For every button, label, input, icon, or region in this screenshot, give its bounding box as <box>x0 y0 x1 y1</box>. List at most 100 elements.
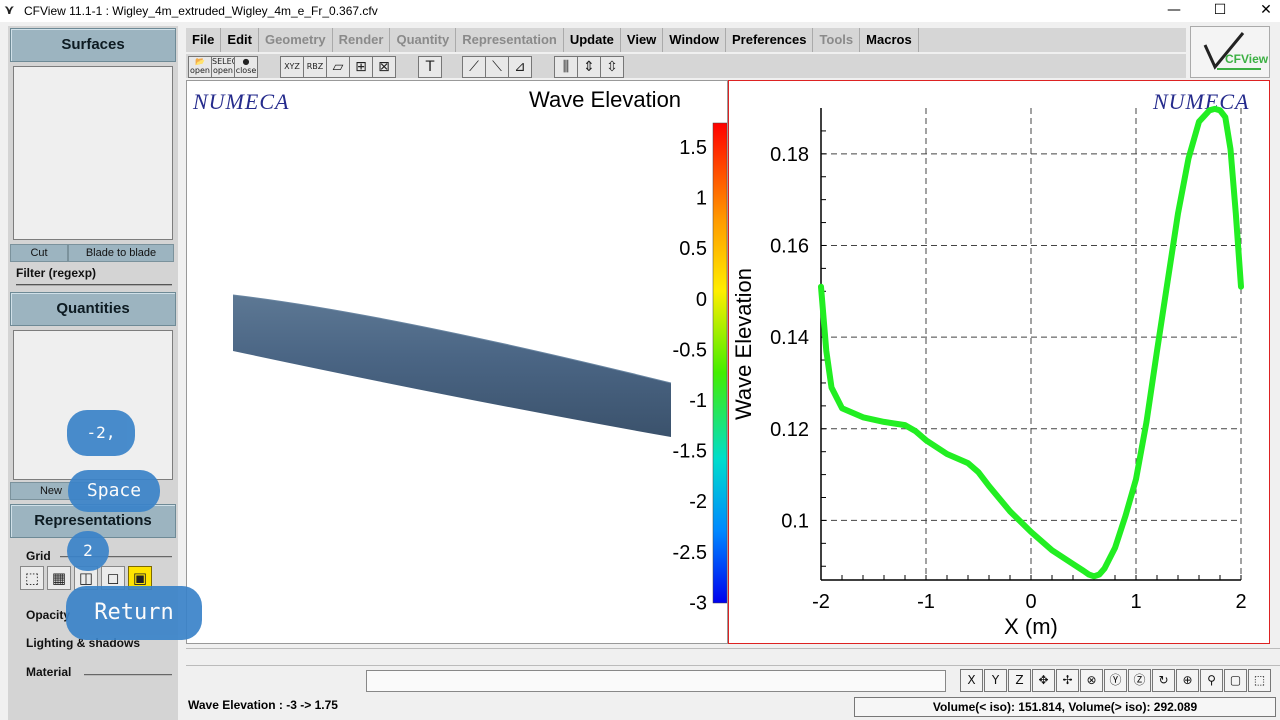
cut-button[interactable]: Cut <box>10 244 68 262</box>
data-point <box>1049 547 1055 553</box>
data-point <box>1207 107 1212 113</box>
xyz-button[interactable]: XYZ <box>280 56 304 78</box>
data-point <box>1186 155 1191 161</box>
material-label[interactable]: Material <box>26 665 71 679</box>
blade-to-blade-button[interactable]: Blade to blade <box>68 244 174 262</box>
data-point <box>1212 106 1218 112</box>
rotate-y-icon[interactable]: Ⓨ <box>1104 669 1127 692</box>
opacity-label[interactable]: Opacity <box>26 608 70 622</box>
menu-render[interactable]: Render <box>332 28 391 52</box>
data-point <box>1123 513 1128 519</box>
data-point <box>976 469 981 475</box>
rbz-button[interactable]: RBZ <box>303 56 327 78</box>
surface-icon[interactable]: ▱ <box>326 56 350 78</box>
rotate-x-icon[interactable]: ⊗ <box>1080 669 1103 692</box>
cube-view-icon[interactable]: ⬚ <box>1248 669 1271 692</box>
colorbar-tick-label: 0 <box>696 289 707 311</box>
menu-window[interactable]: Window <box>663 28 726 52</box>
open-button[interactable]: 📂 open <box>188 56 212 78</box>
data-point <box>986 483 992 489</box>
x-tick-label: 1 <box>1130 591 1141 613</box>
cross-icon[interactable]: ⊠ <box>372 56 396 78</box>
separator <box>186 648 1280 666</box>
menu-quantity[interactable]: Quantity <box>390 28 457 52</box>
axis-d-icon[interactable]: ⊿ <box>508 56 532 78</box>
z-view-button[interactable]: Z <box>1008 669 1031 692</box>
cut-plane-icon[interactable]: ⊞ <box>349 56 373 78</box>
x-view-button[interactable]: X <box>960 669 983 692</box>
menu-representation[interactable]: Representation <box>456 28 564 52</box>
menu-update[interactable]: Update <box>563 28 621 52</box>
hull-render: 1.5 1 0.5 0 -0.5 -1 -1.5 -2 -2.5 -3 <box>232 122 727 614</box>
key-overlay: Space <box>68 470 160 512</box>
fit-icon[interactable]: ▢ <box>1224 669 1247 692</box>
data-point <box>1228 146 1233 152</box>
menu-preferences[interactable]: Preferences <box>726 28 814 52</box>
pan-icon[interactable]: ✢ <box>1056 669 1079 692</box>
data-point <box>1133 476 1139 482</box>
zoom-icon[interactable]: ⚲ <box>1200 669 1223 692</box>
surfaces-header[interactable]: Surfaces <box>10 28 176 62</box>
close-file-button[interactable]: ● close <box>234 56 258 78</box>
ruler-icon[interactable]: ⫼ <box>554 56 578 78</box>
y-tick-label: 0.1 <box>781 510 809 532</box>
menu-edit[interactable]: Edit <box>221 28 259 52</box>
view-3d[interactable]: NUMECA Wave Elevation 1.5 1 0.5 0 -0.5 -1 -1.5… <box>186 80 728 644</box>
grid-label: Grid <box>26 549 51 563</box>
command-input[interactable] <box>366 670 946 692</box>
select-open-button[interactable]: SELECT open <box>211 56 235 78</box>
minimize-button[interactable]: — <box>1151 0 1197 22</box>
cfview-app-icon: ⋎ <box>4 3 15 18</box>
grid-cube-icon[interactable]: ▦ <box>47 566 71 590</box>
zoom-in-icon[interactable]: ⊕ <box>1176 669 1199 692</box>
axis-x-icon[interactable]: ⟋ <box>462 56 486 78</box>
x-tick-label: -1 <box>917 591 935 613</box>
data-point <box>1102 566 1107 572</box>
menu-geometry[interactable]: Geometry <box>258 28 333 52</box>
y-tick-label: 0.12 <box>770 419 809 441</box>
move-icon[interactable]: ✥ <box>1032 669 1055 692</box>
rotate-icon[interactable]: ↻ <box>1152 669 1175 692</box>
key-overlay: Return <box>66 586 202 640</box>
surfaces-list[interactable] <box>13 66 173 240</box>
logo-text: CFView <box>1225 52 1269 66</box>
data-point <box>1081 568 1086 574</box>
y-view-button[interactable]: Y <box>984 669 1007 692</box>
axis-y-icon[interactable]: ⟍ <box>485 56 509 78</box>
text-icon[interactable]: T <box>418 56 442 78</box>
range-icon[interactable]: ⇳ <box>600 56 624 78</box>
x-axis-label: X (m) <box>1004 614 1058 639</box>
filter-regexp[interactable]: Filter (regexp) <box>16 266 172 286</box>
data-point <box>1154 348 1160 354</box>
menu-tools[interactable]: Tools <box>813 28 861 52</box>
view-chart[interactable]: NUMECA -2 -1 0 1 2 0.1 0.12 0.14 0.16 0.18 X (m) Wa… <box>728 80 1270 644</box>
quantities-header[interactable]: Quantities <box>10 292 176 326</box>
y-axis-label: Wave Elevation <box>731 268 756 420</box>
cfview-logo-icon: CFView <box>1203 32 1269 70</box>
scale-icon[interactable]: ⇕ <box>577 56 601 78</box>
quantities-list[interactable] <box>13 330 173 480</box>
colorbar <box>712 122 727 604</box>
data-point <box>1222 114 1228 120</box>
y-tick-label: 0.16 <box>770 235 809 257</box>
key-overlay: 2 <box>67 531 109 571</box>
x-tick-label: 0 <box>1025 591 1036 613</box>
menu-view[interactable]: View <box>620 28 664 52</box>
x-tick-label: -2 <box>812 591 830 613</box>
menu-macros[interactable]: Macros <box>860 28 919 52</box>
rotate-z-icon[interactable]: Ⓩ <box>1128 669 1151 692</box>
key-overlay: -2, <box>67 410 135 456</box>
data-point <box>1217 107 1223 113</box>
title-bar: ⋎ CFView 11.1-1 : Wigley_4m_extruded_Wig… <box>0 0 1280 22</box>
data-point <box>1112 545 1118 551</box>
window-title: CFView 11.1-1 : Wigley_4m_extruded_Wigle… <box>24 4 378 18</box>
wave-elevation-chart: -2 -1 0 1 2 0.1 0.12 0.14 0.16 0.18 X (m) Wave Elev… <box>731 105 1247 639</box>
y-tick-label: 0.14 <box>770 327 809 349</box>
menu-file[interactable]: File <box>186 28 222 52</box>
cube-icon[interactable]: ⬚ <box>20 566 44 590</box>
data-point <box>881 419 887 425</box>
close-button[interactable]: ✕ <box>1243 0 1280 22</box>
data-point <box>923 437 929 443</box>
maximize-button[interactable]: ☐ <box>1197 0 1243 22</box>
data-point <box>1196 119 1202 125</box>
